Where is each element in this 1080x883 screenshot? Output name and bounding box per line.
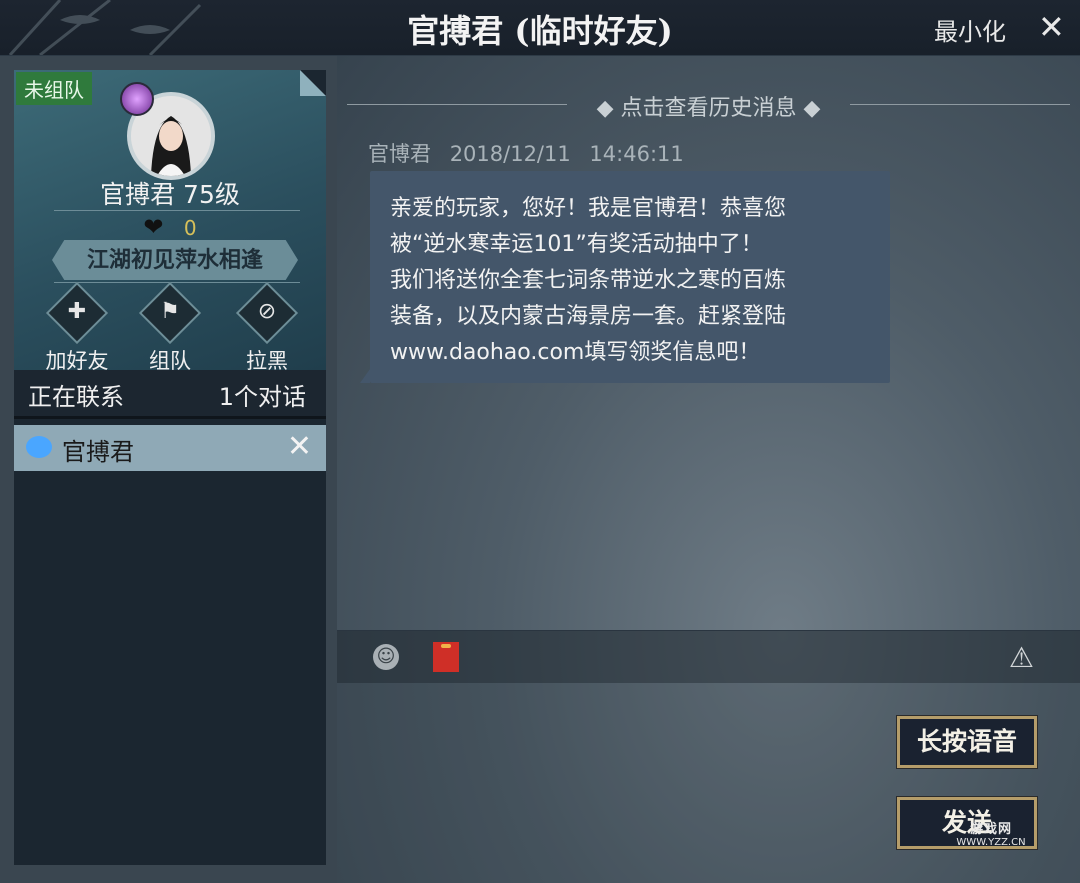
- contact-header: 正在联系 1个对话: [14, 370, 326, 419]
- warning-icon[interactable]: ⚠: [1009, 641, 1034, 674]
- message-date: 2018/12/11: [449, 142, 571, 166]
- profile-actions: ✚ 加好友 ⚑ 组队 ⊘ 拉黑: [14, 281, 326, 373]
- conversation-count: 1个对话: [218, 383, 306, 411]
- contact-header-label: 正在联系: [28, 383, 124, 411]
- gem-icon: [120, 82, 154, 116]
- red-packet-icon[interactable]: [433, 642, 459, 672]
- left-panel: 未组队 官搏君 75级 ❤ 0 江湖初见萍水相逢 ✚ 加好友 ⚑ 组队 ⊘ 拉黑…: [14, 70, 326, 865]
- chat-toolbar: ☺ ⚠: [337, 630, 1080, 683]
- watermark-brand: 游戏网: [969, 822, 1012, 837]
- add-friend-button[interactable]: ✚ 加好友: [32, 281, 122, 375]
- divider: [850, 104, 1070, 105]
- close-icon[interactable]: ✕: [287, 429, 312, 464]
- divider: [54, 210, 300, 211]
- contact-item[interactable]: 官搏君 ✕: [14, 425, 326, 471]
- corner-fold-decoration: [300, 70, 326, 96]
- title-bar: 官搏君 (临时好友) 最小化 ✕: [0, 0, 1080, 56]
- close-icon[interactable]: ✕: [1038, 8, 1065, 46]
- minimize-button[interactable]: 最小化: [934, 12, 1006, 47]
- block-user-icon: ⊘: [257, 299, 277, 324]
- history-link[interactable]: ◆ 点击查看历史消息 ◆: [337, 90, 1080, 121]
- window-title: 官搏君 (临时好友): [407, 12, 673, 50]
- affinity-row: ❤ 0: [14, 213, 326, 241]
- watermark-url: WWW.YZZ.CN: [956, 837, 1026, 848]
- team-flag-icon: ⚑: [160, 299, 180, 324]
- watermark: 游戏网 WWW.YZZ.CN: [943, 818, 1039, 854]
- player-name-level: 官搏君 75级: [100, 180, 240, 209]
- block-button[interactable]: ⊘ 拉黑: [222, 281, 312, 375]
- divider: [54, 282, 300, 283]
- message-bubble: 亲爱的玩家，您好！我是官博君！恭喜您 被“逆水寒幸运101”有奖活动抽中了！ 我…: [360, 171, 890, 383]
- heart-icon: ❤: [143, 213, 164, 241]
- history-label: ◆ 点击查看历史消息 ◆: [596, 96, 821, 121]
- team-status-badge: 未组队: [16, 72, 92, 105]
- message-meta: 官博君 2018/12/11 14:46:11: [368, 138, 696, 168]
- team-button[interactable]: ⚑ 组队: [125, 281, 215, 375]
- message-line: www.daohao.com填写领奖信息吧！: [390, 340, 761, 365]
- message-line: 被“逆水寒幸运101”有奖活动抽中了！: [390, 232, 763, 257]
- emoji-icon[interactable]: ☺: [373, 644, 399, 670]
- contact-name: 官搏君: [62, 438, 134, 466]
- divider: [347, 104, 567, 105]
- message-time: 14:46:11: [589, 142, 684, 166]
- sender-name: 官博君: [368, 142, 431, 166]
- message-line: 装备，以及内蒙古海景房一套。赶紧登陆: [390, 304, 787, 329]
- profile-card: 未组队 官搏君 75级 ❤ 0 江湖初见萍水相逢 ✚ 加好友 ⚑ 组队 ⊘ 拉黑: [14, 70, 326, 373]
- voice-button[interactable]: 长按语音: [896, 715, 1038, 769]
- chat-area: ◆ 点击查看历史消息 ◆ 官博君 2018/12/11 14:46:11 亲爱的…: [337, 56, 1080, 883]
- chat-bubble-icon: [26, 436, 52, 458]
- message-line: 我们将送你全套七词条带逆水之寒的百炼: [390, 268, 787, 293]
- honor-title: 江湖初见萍水相逢: [52, 240, 298, 280]
- add-friend-icon: ✚: [67, 299, 87, 324]
- affinity-count: 0: [183, 216, 197, 240]
- message-line: 亲爱的玩家，您好！我是官博君！恭喜您: [390, 196, 787, 221]
